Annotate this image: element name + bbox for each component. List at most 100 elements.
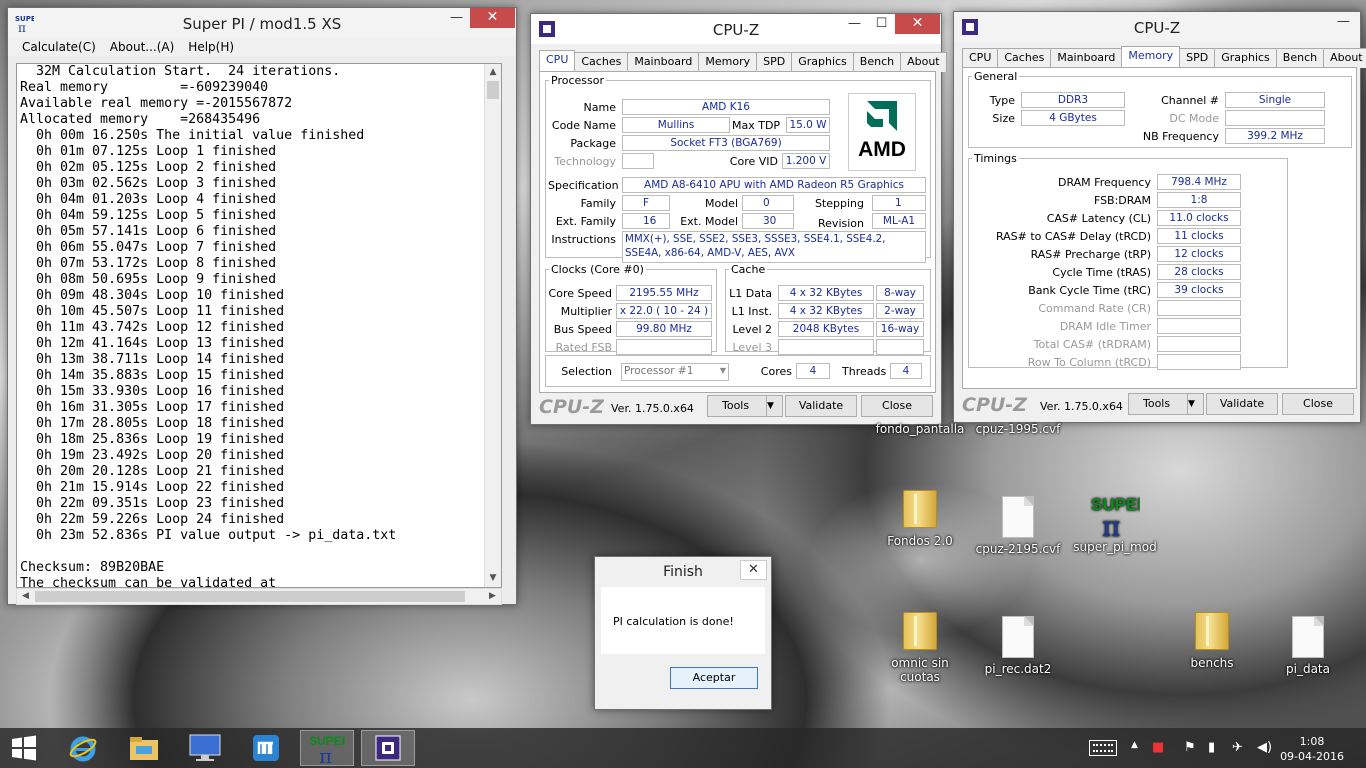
scroll-left-icon[interactable]: ◀ (17, 589, 34, 604)
desktop-item-cpuz-2195[interactable]: cpuz-2195.cvf (968, 496, 1068, 556)
tab-spd[interactable]: SPD (1179, 48, 1216, 68)
tools-button[interactable]: Tools ▼ (1128, 393, 1204, 415)
taskbar-lenovo[interactable] (178, 730, 232, 766)
size-value: 4 GBytes (1021, 110, 1125, 126)
console-line: Allocated memory =268435496 (20, 112, 261, 127)
desktop-item-super-pi-mod[interactable]: SUPER π super_pi_mod (1065, 490, 1165, 554)
keyboard-icon[interactable] (1089, 740, 1117, 756)
maximize-button[interactable]: ☐ (868, 15, 895, 35)
console-line: Checksum: 89B20BAE (20, 560, 165, 575)
dialog-body: PI calculation is done! (601, 587, 765, 654)
console-line: 0h 19m 23.492s Loop 20 finished (20, 448, 285, 463)
version-text: Ver. 1.75.0.x64 (1040, 400, 1123, 413)
tab-caches[interactable]: Caches (574, 52, 629, 72)
desktop-item-fondo-pantalla[interactable]: fondo_pantalla (870, 422, 970, 436)
tab-about[interactable]: About (900, 52, 947, 72)
taskbar-explorer[interactable] (117, 730, 171, 766)
tab-bench[interactable]: Bench (852, 52, 902, 72)
airplane-mode-icon[interactable]: ✈ (1232, 740, 1243, 755)
dialog-titlebar[interactable]: Finish ✕ (595, 557, 771, 587)
timing-label: Bank Cycle Time (tRC) (1028, 284, 1151, 297)
tab-graphics[interactable]: Graphics (1214, 48, 1277, 68)
desktop-item-fondos-2[interactable]: Fondos 2.0 (870, 490, 970, 548)
tab-about[interactable]: About (1323, 48, 1366, 68)
console-line: 0h 00m 16.250s The initial value finishe… (20, 128, 365, 143)
validate-button[interactable]: Validate (785, 395, 857, 417)
validate-button[interactable]: Validate (1206, 393, 1278, 415)
desktop-item-cpuz-1995[interactable]: cpuz-1995.cvf (968, 422, 1068, 436)
scroll-thumb[interactable] (487, 81, 499, 99)
scroll-right-icon[interactable]: ▶ (484, 589, 501, 604)
flag-icon[interactable]: ⚑ (1184, 740, 1196, 755)
desktop-item-pi-rec[interactable]: pi_rec.dat2 (968, 616, 1068, 676)
show-hidden-icons-icon[interactable]: ▲ (1131, 740, 1138, 750)
processor-legend: Processor (551, 74, 604, 87)
desktop-item-omnic-sin-cuotas[interactable]: omnic sin cuotas (870, 612, 970, 684)
l2-value: 2048 KBytes (778, 321, 874, 337)
desktop-item-label: pi_data (1286, 662, 1330, 676)
tab-memory[interactable]: Memory (698, 52, 758, 72)
battery-icon[interactable]: ▮ (1208, 740, 1215, 755)
amd-logo: AMD (848, 93, 916, 171)
network-error-icon[interactable]: ■ (1152, 740, 1164, 755)
horizontal-scrollbar[interactable]: ◀ ▶ (16, 588, 502, 605)
close-icon[interactable]: ✕ (740, 560, 767, 580)
menu-calculate[interactable]: Calculate(C) (22, 40, 96, 54)
start-button[interactable] (0, 730, 48, 766)
taskbar-maxthon[interactable] (239, 730, 293, 766)
close-button[interactable]: ✕ (895, 14, 940, 34)
cpuz-titlebar[interactable]: CPU-Z — (954, 12, 1360, 42)
console-line: 0h 02m 05.125s Loop 2 finished (20, 160, 277, 175)
tab-bar: CPU Caches Mainboard Memory SPD Graphics… (962, 46, 1366, 68)
minimize-button[interactable]: — (841, 15, 868, 35)
close-button[interactable]: ✕ (470, 8, 515, 28)
selection-dropdown[interactable]: Processor #1 ▼ (621, 363, 729, 381)
vertical-scrollbar[interactable]: ▲ ▼ (484, 64, 501, 587)
tools-button[interactable]: Tools ▼ (707, 395, 783, 417)
minimize-button[interactable]: — (1330, 13, 1357, 33)
output-console[interactable]: 32M Calculation Start. 24 iterations. Rea… (16, 63, 502, 588)
cpuz-brand: CPU-Z (962, 394, 1027, 416)
console-line: 0h 07m 53.172s Loop 8 finished (20, 256, 277, 271)
tab-caches[interactable]: Caches (997, 48, 1052, 68)
super-pi-icon: SUPERπ (309, 734, 351, 768)
desktop-item-label: Fondos 2.0 (887, 534, 953, 548)
l1i-value: 4 x 32 KBytes (778, 303, 874, 319)
tab-cpu[interactable]: CPU (962, 48, 999, 68)
ratedfsb-label: Rated FSB (555, 341, 612, 354)
timing-label: Row To Column (tRCD) (1027, 356, 1151, 369)
timing-label: RAS# Precharge (tRP) (1030, 248, 1151, 261)
superpi-titlebar[interactable]: SUPER π Super PI / mod1.5 XS — ✕ (8, 8, 516, 38)
aceptar-button[interactable]: Aceptar (670, 667, 758, 689)
hscroll-thumb[interactable] (35, 591, 465, 602)
console-line: 0h 22m 59.226s Loop 24 finished (20, 512, 285, 527)
menu-help[interactable]: Help(H) (188, 40, 234, 54)
taskbar-superpi[interactable]: SUPERπ (300, 730, 354, 768)
close-button[interactable]: Close (861, 395, 933, 417)
desktop-item-pi-data[interactable]: pi_data (1258, 616, 1358, 676)
tab-mainboard[interactable]: Mainboard (1050, 48, 1123, 68)
tab-cpu[interactable]: CPU (539, 50, 576, 71)
tab-spd[interactable]: SPD (756, 52, 793, 72)
tab-graphics[interactable]: Graphics (791, 52, 854, 72)
taskbar-ie[interactable] (56, 730, 110, 766)
clock[interactable]: 1:08 09-04-2016 (1280, 734, 1344, 764)
corevid-label: Core VID (729, 155, 778, 168)
volume-icon[interactable]: ◀) (1257, 740, 1272, 755)
menu-about[interactable]: About...(A) (110, 40, 175, 54)
scroll-up-icon[interactable]: ▲ (485, 64, 501, 81)
tab-mainboard[interactable]: Mainboard (627, 52, 700, 72)
taskbar-cpuz[interactable] (361, 730, 415, 766)
close-button[interactable]: Close (1282, 393, 1354, 415)
processor-group: Processor Name AMD K16 Code Name Mullins… (545, 74, 931, 263)
desktop-item-benchs[interactable]: benchs (1162, 612, 1262, 670)
cpuz-titlebar[interactable]: CPU-Z — ☐ ✕ (531, 14, 941, 44)
family-label: Family (580, 197, 616, 210)
clocks-group: Clocks (Core #0) Core Speed 2195.55 MHz … (545, 263, 717, 355)
l1d-way: 8-way (876, 285, 924, 301)
minimize-button[interactable]: — (443, 9, 470, 29)
tab-memory[interactable]: Memory (1121, 46, 1181, 67)
clock-date: 09-04-2016 (1280, 750, 1344, 763)
scroll-down-icon[interactable]: ▼ (485, 570, 501, 587)
tab-bench[interactable]: Bench (1275, 48, 1325, 68)
